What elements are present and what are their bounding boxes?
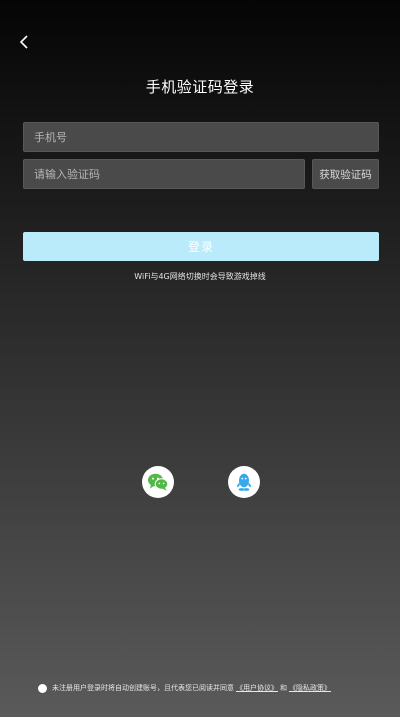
qq-login-button[interactable] (228, 466, 260, 498)
back-button[interactable] (12, 30, 36, 54)
verification-code-input[interactable] (23, 159, 305, 189)
wechat-login-button[interactable] (142, 466, 174, 498)
login-button[interactable]: 登录 (23, 232, 379, 261)
agreement-conjunction: 和 (280, 684, 287, 692)
page-title: 手机验证码登录 (145, 78, 255, 96)
network-tip: WiFi与4G网络切换时会导致游戏掉线 (134, 272, 266, 281)
get-code-button[interactable]: 获取验证码 (312, 159, 379, 189)
login-screen: 手机验证码登录 获取验证码 登录 WiFi与4G网络切换时会导致游戏掉线 (0, 0, 400, 717)
chevron-left-icon (19, 35, 28, 49)
privacy-policy-link[interactable]: 《隐私政策》 (289, 683, 331, 693)
user-agreement-link[interactable]: 《用户协议》 (236, 683, 278, 693)
agreement-text: 未注册用户登录时将自动创建账号，且代表您已阅读并同意 (52, 684, 234, 692)
wechat-icon (148, 473, 169, 491)
agreement-row: 未注册用户登录时将自动创建账号，且代表您已阅读并同意 《用户协议》 和 《隐私政… (38, 683, 378, 693)
agreement-radio[interactable] (38, 683, 47, 693)
phone-input[interactable] (23, 122, 379, 152)
qq-icon (237, 473, 251, 491)
